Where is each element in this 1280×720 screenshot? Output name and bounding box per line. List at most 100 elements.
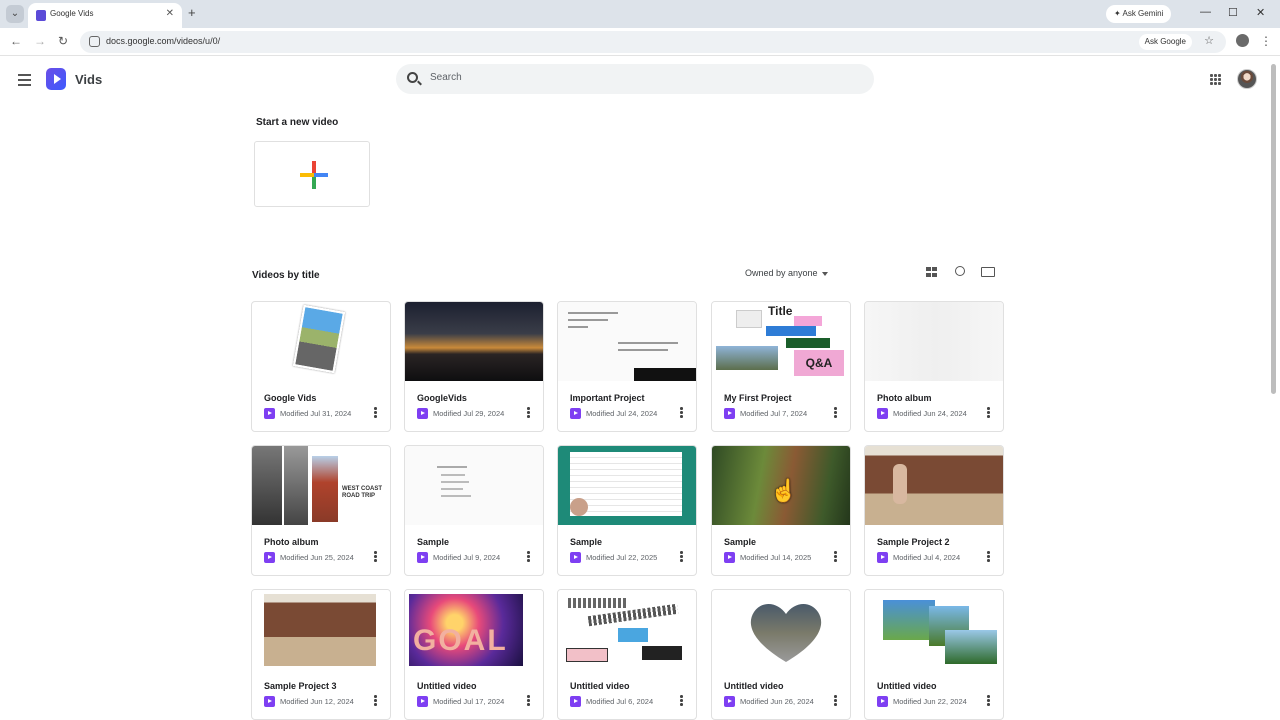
video-card[interactable]: GOAL Untitled video Modified Jul 17, 202… (404, 589, 544, 720)
card-modified: Modified Jul 22, 2025 (586, 553, 658, 562)
search-bar[interactable] (396, 64, 874, 94)
browser-tab-bar: ⌄ Google Vids ✕ + ✦ Ask Gemini — ☐ ✕ (0, 0, 1280, 28)
card-title: Untitled video (877, 681, 937, 691)
more-options-icon[interactable] (527, 695, 530, 707)
more-options-icon[interactable] (834, 407, 837, 419)
tab-search-button[interactable]: ⌄ (6, 5, 24, 23)
video-card[interactable]: Untitled video Modified Jun 22, 2024 (864, 589, 1004, 720)
card-modified: Modified Jun 22, 2024 (893, 697, 967, 706)
card-modified: Modified Jul 14, 2025 (740, 553, 812, 562)
search-icon[interactable] (407, 72, 418, 83)
dropdown-caret-icon (821, 271, 828, 276)
video-thumbnail (865, 302, 1003, 381)
site-info-icon[interactable] (89, 36, 100, 47)
video-card[interactable]: GoogleVids Modified Jul 29, 2024 (404, 301, 544, 432)
video-thumbnail (405, 302, 543, 381)
video-card[interactable]: Sample Modified Jul 22, 2025 (557, 445, 697, 576)
thumb-qa-text: Q&A (794, 350, 844, 376)
card-modified: Modified Jul 6, 2024 (586, 697, 654, 706)
video-card[interactable]: WEST COAST ROAD TRIP Photo album Modifie… (251, 445, 391, 576)
card-title: Untitled video (417, 681, 477, 691)
vids-file-icon (877, 696, 888, 707)
vids-file-icon (417, 552, 428, 563)
more-options-icon[interactable] (834, 695, 837, 707)
video-card[interactable]: Sample Project 2 Modified Jul 4, 2024 (864, 445, 1004, 576)
owner-filter-dropdown[interactable]: Owned by anyone (745, 268, 828, 278)
blank-video-button[interactable] (254, 141, 370, 207)
bookmark-star-icon[interactable]: ☆ (1204, 34, 1214, 47)
card-title: Untitled video (570, 681, 630, 691)
ask-gemini-button[interactable]: ✦ Ask Gemini (1106, 5, 1172, 23)
search-input[interactable] (430, 72, 850, 83)
card-modified: Modified Jun 24, 2024 (893, 409, 967, 418)
sort-icon[interactable] (955, 266, 965, 276)
video-card[interactable]: Untitled video Modified Jul 6, 2024 (557, 589, 697, 720)
vids-file-icon (724, 696, 735, 707)
video-card[interactable]: Sample Modified Jul 14, 2025 (711, 445, 851, 576)
video-thumbnail (865, 446, 1003, 525)
more-options-icon[interactable] (374, 407, 377, 419)
maximize-icon[interactable]: ☐ (1228, 6, 1238, 19)
main-menu-icon[interactable] (18, 74, 31, 89)
vids-file-icon (570, 696, 581, 707)
close-icon[interactable]: ✕ (166, 8, 174, 19)
reload-icon[interactable]: ↻ (58, 34, 68, 48)
vids-file-icon (877, 408, 888, 419)
page-scrollbar[interactable] (1271, 64, 1276, 394)
vids-logo-icon[interactable] (46, 68, 66, 90)
more-options-icon[interactable] (680, 551, 683, 563)
grid-view-icon[interactable] (926, 267, 938, 277)
back-icon[interactable]: ← (10, 34, 22, 48)
avatar[interactable] (1237, 69, 1257, 89)
minimize-icon[interactable]: — (1200, 6, 1211, 18)
video-card[interactable]: Title Q&A My First Project Modified Jul … (711, 301, 851, 432)
card-title: Photo album (877, 393, 932, 403)
vids-file-icon (264, 408, 275, 419)
browser-menu-icon[interactable]: ⋮ (1260, 34, 1272, 48)
more-options-icon[interactable] (680, 407, 683, 419)
more-options-icon[interactable] (527, 407, 530, 419)
more-options-icon[interactable] (680, 695, 683, 707)
thumb-roadtrip-text: WEST COAST ROAD TRIP (342, 486, 382, 499)
video-thumbnail: Title Q&A (712, 302, 850, 381)
video-card[interactable]: Google Vids Modified Jul 31, 2024 (251, 301, 391, 432)
more-options-icon[interactable] (374, 551, 377, 563)
extension-icon[interactable] (1236, 34, 1249, 47)
google-apps-icon[interactable] (1210, 74, 1221, 85)
more-options-icon[interactable] (987, 407, 990, 419)
more-options-icon[interactable] (987, 695, 990, 707)
card-modified: Modified Jul 17, 2024 (433, 697, 505, 706)
video-card[interactable]: Sample Modified Jul 9, 2024 (404, 445, 544, 576)
vids-file-icon (417, 408, 428, 419)
video-card[interactable]: Important Project Modified Jul 24, 2024 (557, 301, 697, 432)
card-title: Sample Project 3 (264, 681, 337, 691)
address-bar[interactable]: docs.google.com/videos/u/0/ Ask Google ☆ (80, 31, 1226, 53)
vids-file-icon (724, 408, 735, 419)
new-tab-icon[interactable]: + (188, 5, 196, 20)
forward-icon[interactable]: → (34, 34, 46, 48)
video-card[interactable]: Untitled video Modified Jun 26, 2024 (711, 589, 851, 720)
heart-photo (750, 603, 822, 662)
tab-title: Google Vids (50, 9, 94, 18)
card-modified: Modified Jul 4, 2024 (893, 553, 961, 562)
more-options-icon[interactable] (834, 551, 837, 563)
app-name: Vids (75, 72, 103, 87)
owner-filter-label: Owned by anyone (745, 268, 818, 278)
video-card[interactable]: Sample Project 3 Modified Jun 12, 2024 (251, 589, 391, 720)
thumb-goal-text: GOAL (413, 624, 508, 657)
ask-gemini-label: Ask Gemini (1122, 9, 1164, 18)
vids-file-icon (417, 696, 428, 707)
thumb-title-text: Title (768, 304, 793, 318)
folder-icon[interactable] (981, 267, 995, 277)
card-title: Important Project (570, 393, 645, 403)
card-title: Google Vids (264, 393, 317, 403)
close-window-icon[interactable]: ✕ (1256, 6, 1265, 19)
ask-google-button[interactable]: Ask Google (1138, 34, 1192, 50)
video-card[interactable]: Photo album Modified Jun 24, 2024 (864, 301, 1004, 432)
more-options-icon[interactable] (987, 551, 990, 563)
video-thumbnail (558, 302, 696, 381)
vids-favicon-icon (36, 10, 46, 21)
more-options-icon[interactable] (374, 695, 377, 707)
more-options-icon[interactable] (527, 551, 530, 563)
browser-tab[interactable]: Google Vids ✕ (28, 3, 182, 28)
